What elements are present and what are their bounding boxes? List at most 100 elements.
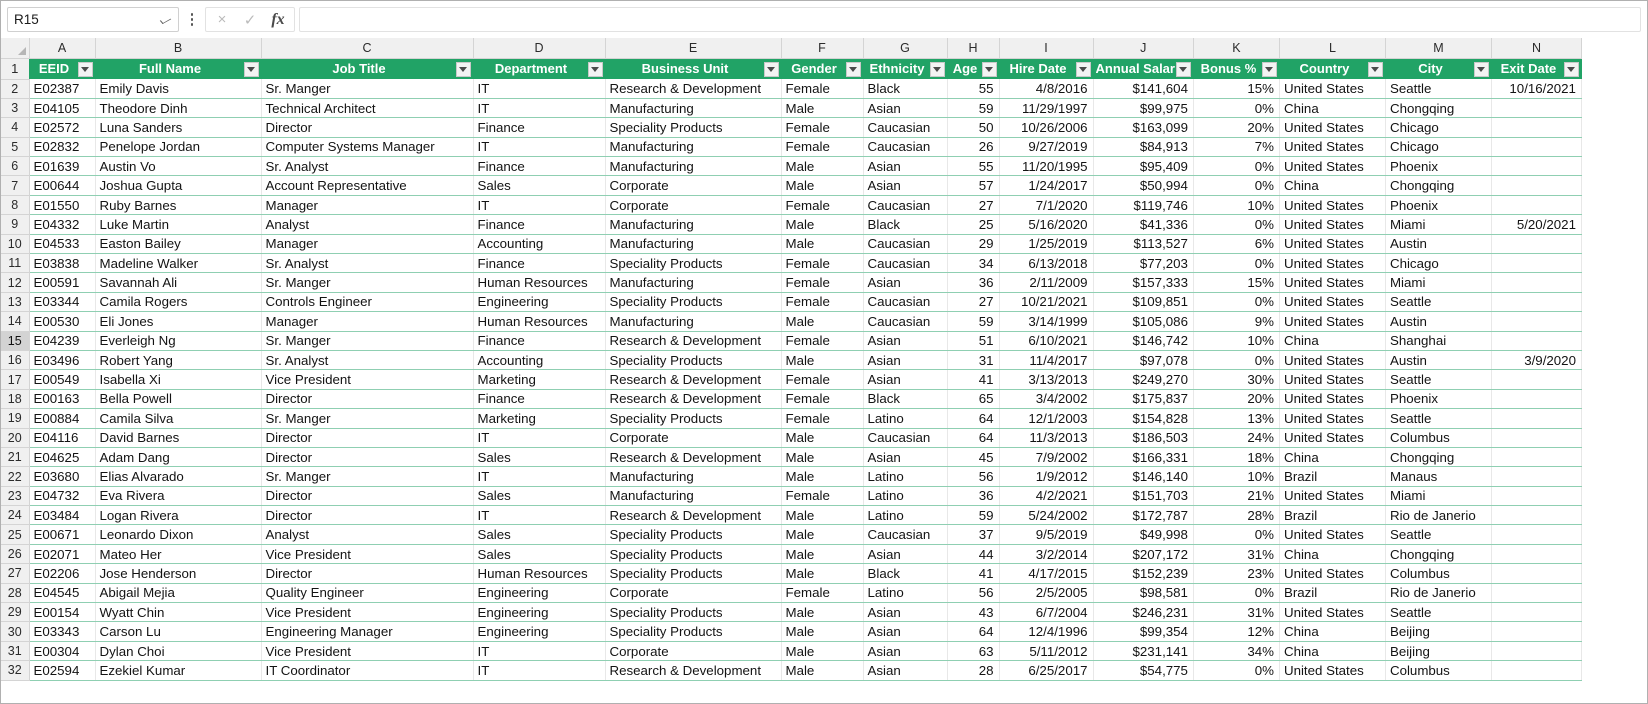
table-cell[interactable]: 6/13/2018 [999, 253, 1094, 274]
table-cell[interactable]: Asian [863, 447, 948, 468]
table-cell[interactable]: 43 [947, 602, 1000, 623]
table-cell[interactable]: Speciality Products [605, 408, 782, 429]
table-cell[interactable]: Director [261, 117, 474, 138]
table-cell[interactable]: 10/21/2021 [999, 292, 1094, 313]
table-cell[interactable]: Asian [863, 272, 948, 293]
table-cell[interactable]: Eva Rivera [95, 486, 262, 507]
table-cell[interactable]: E00530 [29, 311, 96, 332]
row-number[interactable]: 26 [1, 544, 30, 565]
table-cell[interactable]: $50,994 [1093, 175, 1194, 196]
table-cell[interactable]: Caucasian [863, 311, 948, 332]
table-row[interactable]: 31 E00304 Dylan Choi Vice President IT Corpor… [1, 641, 1582, 662]
table-cell[interactable]: Male [781, 98, 864, 119]
table-cell[interactable]: 11/20/1995 [999, 156, 1094, 177]
table-cell[interactable] [1491, 621, 1582, 642]
table-cell[interactable]: 13% [1193, 408, 1280, 429]
table-cell[interactable]: Columbus [1385, 660, 1492, 681]
column-header-c[interactable]: C [261, 38, 474, 59]
table-cell[interactable]: IT [473, 137, 606, 158]
filter-dropdown-icon[interactable] [587, 61, 603, 77]
table-cell[interactable]: E00644 [29, 175, 96, 196]
table-cell[interactable]: 0% [1193, 214, 1280, 235]
table-cell[interactable] [1491, 117, 1582, 138]
table-header-cell[interactable]: City [1385, 58, 1492, 79]
table-cell[interactable]: E04533 [29, 234, 96, 255]
table-cell[interactable]: United States [1279, 253, 1386, 274]
table-cell[interactable]: Sales [473, 544, 606, 565]
table-cell[interactable]: Female [781, 137, 864, 158]
table-cell[interactable]: Computer Systems Manager [261, 137, 474, 158]
table-cell[interactable]: United States [1279, 602, 1386, 623]
table-cell[interactable]: China [1279, 98, 1386, 119]
table-cell[interactable]: Robert Yang [95, 350, 262, 371]
table-cell[interactable]: 41 [947, 369, 1000, 390]
table-cell[interactable]: 27 [947, 195, 1000, 216]
table-cell[interactable]: Ruby Barnes [95, 195, 262, 216]
table-cell[interactable]: Savannah Ali [95, 272, 262, 293]
table-row[interactable]: 27 E02206 Jose Henderson Director Human Reso… [1, 563, 1582, 584]
filter-dropdown-icon[interactable] [1473, 61, 1489, 77]
filter-dropdown-icon[interactable] [929, 61, 945, 77]
table-row[interactable]: 8 E01550 Ruby Barnes Manager IT Corporate Fema… [1, 195, 1582, 216]
table-row[interactable]: 11 E03838 Madeline Walker Sr. Analyst Financ… [1, 253, 1582, 274]
table-cell[interactable]: Chongqing [1385, 544, 1492, 565]
table-cell[interactable]: Director [261, 563, 474, 584]
table-cell[interactable]: 59 [947, 311, 1000, 332]
table-cell[interactable]: Abigail Mejia [95, 583, 262, 604]
table-cell[interactable]: United States [1279, 369, 1386, 390]
table-cell[interactable]: $41,336 [1093, 214, 1194, 235]
table-cell[interactable] [1491, 369, 1582, 390]
table-cell[interactable]: Vice President [261, 602, 474, 623]
table-cell[interactable]: Research & Development [605, 369, 782, 390]
row-number[interactable]: 32 [1, 660, 30, 681]
table-cell[interactable]: IT [473, 195, 606, 216]
table-cell[interactable]: Male [781, 311, 864, 332]
row-number[interactable]: 5 [1, 137, 30, 158]
row-number[interactable]: 22 [1, 466, 30, 487]
table-cell[interactable]: Chicago [1385, 117, 1492, 138]
table-cell[interactable]: Director [261, 486, 474, 507]
table-header-cell[interactable]: Gender [781, 58, 864, 79]
table-cell[interactable]: 7/9/2002 [999, 447, 1094, 468]
table-cell[interactable]: Sr. Manger [261, 272, 474, 293]
table-cell[interactable]: E03838 [29, 253, 96, 274]
table-cell[interactable]: Female [781, 331, 864, 351]
table-cell[interactable]: 31% [1193, 544, 1280, 565]
table-cell[interactable]: 0% [1193, 292, 1280, 313]
table-cell[interactable]: Vice President [261, 369, 474, 390]
table-cell[interactable]: 64 [947, 428, 1000, 448]
table-cell[interactable]: Corporate [605, 583, 782, 604]
table-cell[interactable]: 64 [947, 408, 1000, 429]
table-cell[interactable]: 29 [947, 234, 1000, 255]
table-cell[interactable]: $154,828 [1093, 408, 1194, 429]
table-cell[interactable]: Female [781, 195, 864, 216]
table-cell[interactable]: Female [781, 408, 864, 429]
table-cell[interactable]: 27 [947, 292, 1000, 313]
table-cell[interactable]: Marketing [473, 408, 606, 429]
table-cell[interactable]: Marketing [473, 369, 606, 390]
table-cell[interactable]: Manufacturing [605, 156, 782, 177]
column-header-b[interactable]: B [95, 38, 262, 59]
table-row[interactable]: 24 E03484 Logan Rivera Director IT Research &… [1, 505, 1582, 526]
table-cell[interactable] [1491, 234, 1582, 255]
table-cell[interactable]: Analyst [261, 524, 474, 545]
table-cell[interactable]: Austin [1385, 234, 1492, 255]
table-cell[interactable]: 15% [1193, 79, 1280, 99]
table-cell[interactable]: 7% [1193, 137, 1280, 158]
table-cell[interactable]: Carson Lu [95, 621, 262, 642]
column-header-l[interactable]: L [1279, 38, 1386, 59]
row-number[interactable]: 9 [1, 214, 30, 235]
table-cell[interactable]: Rio de Janerio [1385, 505, 1492, 526]
table-cell[interactable]: 11/29/1997 [999, 98, 1094, 119]
table-cell[interactable]: Manufacturing [605, 311, 782, 332]
row-number[interactable]: 13 [1, 292, 30, 313]
table-cell[interactable]: IT [473, 98, 606, 119]
table-cell[interactable]: Chicago [1385, 253, 1492, 274]
table-cell[interactable]: Male [781, 660, 864, 681]
table-cell[interactable]: Finance [473, 117, 606, 138]
column-header-j[interactable]: J [1093, 38, 1194, 59]
table-header-cell[interactable]: Country [1279, 58, 1386, 79]
table-cell[interactable]: E00591 [29, 272, 96, 293]
table-cell[interactable]: IT [473, 79, 606, 99]
table-cell[interactable]: Corporate [605, 195, 782, 216]
